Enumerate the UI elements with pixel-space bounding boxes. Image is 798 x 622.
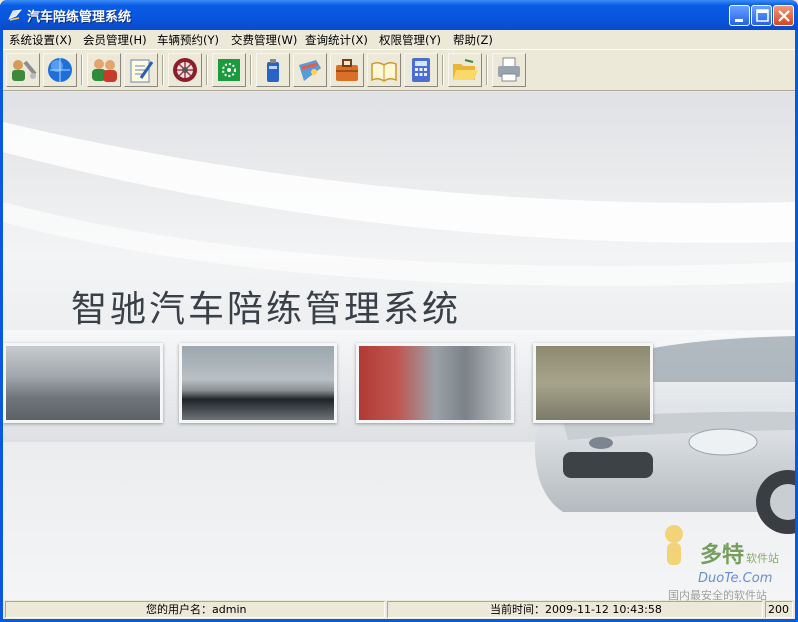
book-icon (371, 61, 397, 82)
status-bar: 您的用户名：admin 当前时间：2009-11-12 10:43:58 200 (3, 600, 795, 619)
edit-note-icon (130, 59, 154, 83)
calculator-icon (412, 58, 430, 82)
toolbar-separator (250, 55, 252, 85)
status-user: 您的用户名：admin (5, 601, 385, 618)
photo-traffic (3, 343, 163, 423)
globe-icon (48, 58, 72, 82)
menu-vehicle-booking[interactable]: 车辆预约(Y) (157, 32, 219, 48)
users-tools-icon (12, 60, 37, 81)
menu-help[interactable]: 帮助(Z) (453, 32, 493, 48)
photo-bus-street (356, 343, 514, 423)
tool-button-settings-grid[interactable] (212, 53, 246, 87)
toolbar-separator (162, 55, 164, 85)
tool-button-wheel[interactable] (168, 53, 202, 87)
briefcase-icon (336, 59, 358, 81)
toolbar-separator (206, 55, 208, 85)
menu-system-settings[interactable]: 系统设置(X) (9, 32, 72, 48)
menu-query-statistics[interactable]: 查询统计(X) (305, 32, 368, 48)
minimize-icon (735, 19, 743, 22)
minimize-button[interactable] (729, 5, 750, 26)
title-bar[interactable]: 汽车陪练管理系统 (0, 0, 798, 30)
tool-button-wallet[interactable] (293, 53, 327, 87)
toolbar-separator (486, 55, 488, 85)
tool-button-calculator[interactable] (404, 53, 438, 87)
banner-title: 智驰汽车陪练管理系统 (71, 289, 462, 330)
settings-grid-icon (218, 59, 240, 81)
watermark-brand: 多特 (700, 542, 744, 568)
duote-watermark: 多特 软件站 DuoTe.Com 国内最安全的软件站 (665, 525, 779, 602)
tool-button-users-tools[interactable] (6, 53, 40, 87)
maximize-icon (756, 9, 769, 22)
tool-button-battery[interactable] (256, 53, 290, 87)
menu-bar: 系统设置(X) 会员管理(H) 车辆预约(Y) 交费管理(W) 查询统计(X) … (3, 30, 795, 49)
tool-button-book[interactable] (367, 53, 401, 87)
watermark-sub: 软件站 (746, 551, 779, 565)
status-time: 当前时间：2009-11-12 10:43:58 (387, 601, 763, 618)
tool-button-globe[interactable] (43, 53, 77, 87)
watermark-domain: DuoTe.Com (698, 571, 772, 586)
tool-button-members[interactable] (87, 53, 121, 87)
close-button[interactable] (773, 5, 794, 26)
app-window: 汽车陪练管理系统 系统设置(X) 会员管理(H) 车辆预约(Y) 交费管理(W)… (0, 0, 798, 622)
photo-city (533, 343, 653, 423)
folder-open-icon (453, 59, 478, 80)
menu-permission-management[interactable]: 权限管理(Y) (379, 32, 441, 48)
watermark-slogan: 国内最安全的软件站 (668, 588, 767, 602)
tool-button-edit-note[interactable] (124, 53, 158, 87)
photo-black-car (179, 343, 337, 423)
toolbar-separator (442, 55, 444, 85)
window-title: 汽车陪练管理系统 (27, 10, 132, 25)
battery-icon (267, 59, 279, 82)
tool-button-briefcase[interactable] (330, 53, 364, 87)
tool-button-folder-open[interactable] (448, 53, 482, 87)
status-extra: 200 (765, 601, 793, 618)
app-icon (8, 9, 22, 21)
toolbar-separator (81, 55, 83, 85)
wallet-icon (299, 60, 321, 81)
menu-payment-management[interactable]: 交费管理(W) (231, 32, 297, 48)
tool-button-printer[interactable] (492, 53, 526, 87)
close-icon (778, 10, 790, 22)
maximize-button[interactable] (751, 5, 772, 26)
printer-icon (498, 57, 520, 82)
menu-member-management[interactable]: 会员管理(H) (83, 32, 147, 48)
members-icon (92, 59, 117, 82)
toolbar (3, 49, 795, 91)
wheel-icon (173, 58, 197, 82)
